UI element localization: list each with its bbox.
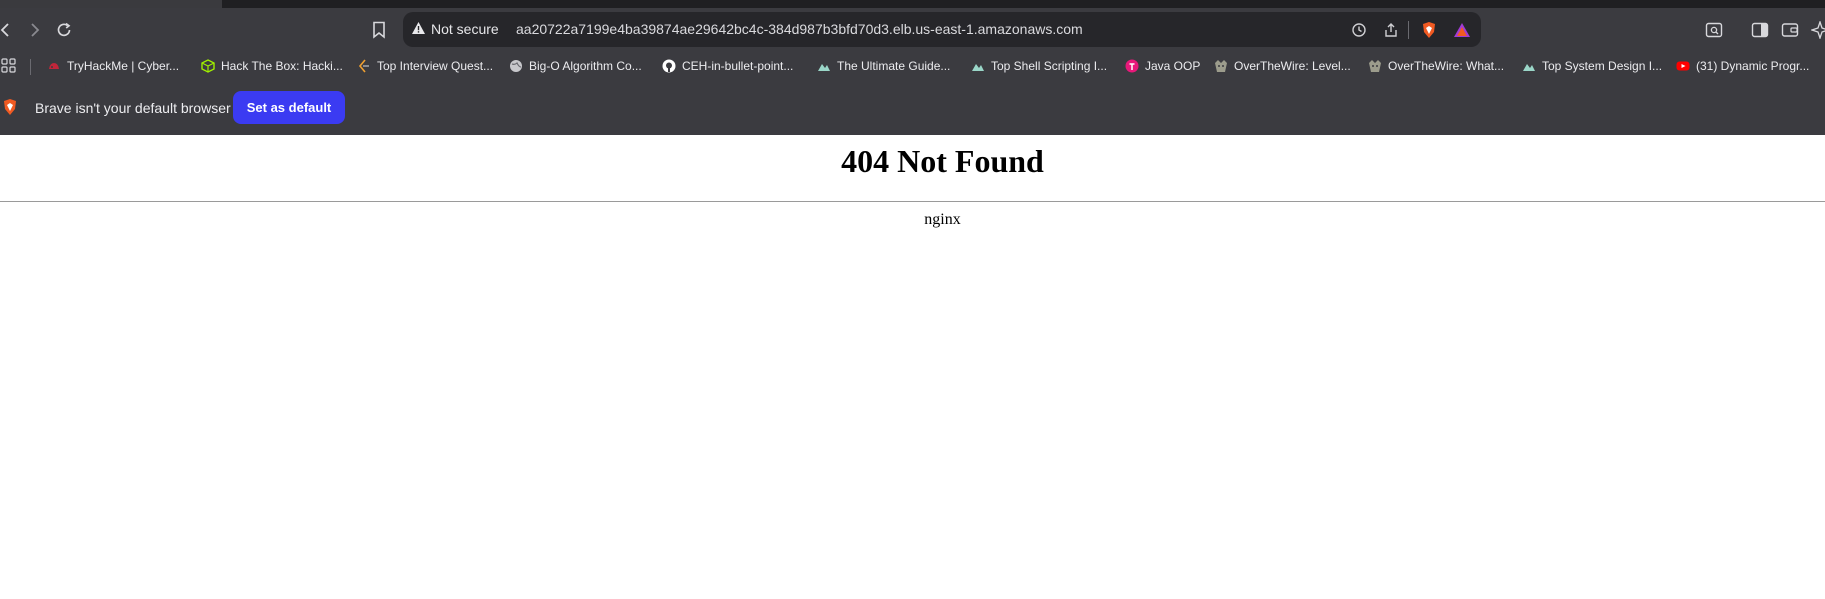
bookmark-item[interactable]: Top Interview Quest... [357,57,493,75]
hackthebox-icon [201,59,215,73]
bookmark-label: The Ultimate Guide... [837,59,951,73]
apps-icon[interactable] [1,57,17,75]
forward-icon[interactable] [20,16,48,44]
bookmark-item[interactable]: Top System Design I... [1522,57,1662,75]
bookmarks-bar: TryHackMe | Cyber... Hack The Box: Hacki… [0,52,1825,80]
youtube-icon [1676,59,1690,73]
url-text[interactable]: aa20722a7199e4ba39874ae29642bc4c-384d987… [516,21,1083,37]
github-icon [662,59,676,73]
warning-icon[interactable] [411,21,426,38]
bookmark-label: CEH-in-bullet-point... [682,59,794,73]
omnibox-separator [1408,21,1409,39]
bookmark-label: OverTheWire: What... [1388,59,1505,73]
bookmark-item[interactable]: (31) Dynamic Progr... [1676,57,1809,75]
otw-icon [1368,59,1382,73]
set-as-default-button[interactable]: Set as default [233,91,345,124]
page-title: 404 Not Found [841,143,1044,179]
t-logo-icon [1125,59,1139,73]
brave-shields-icon[interactable] [1417,18,1441,42]
bookmark-item[interactable]: Big-O Algorithm Co... [509,57,642,75]
wallet-icon[interactable] [1776,16,1804,44]
mountain-icon [1522,59,1536,73]
bookmark-label: Big-O Algorithm Co... [529,59,642,73]
bookmark-item[interactable]: Hack The Box: Hacki... [201,57,343,75]
bookmark-item[interactable]: Top Shell Scripting I... [971,57,1107,75]
globe-icon [509,59,523,73]
mountain-icon [971,59,985,73]
bookmarks-separator [30,59,31,75]
sidebar-toggle-icon[interactable] [1746,16,1774,44]
server-signature: nginx [924,211,961,228]
bookmark-label: Hack The Box: Hacki... [221,59,343,73]
bookmark-label: Top Interview Quest... [377,59,494,73]
brave-logo-icon [2,98,18,121]
history-icon[interactable] [1347,18,1371,42]
bookmark-label: Top System Design I... [1542,59,1663,73]
bookmark-label: TryHackMe | Cyber... [67,59,180,73]
bookmark-label: (31) Dynamic Progr... [1696,59,1810,73]
divider [0,201,1825,202]
default-browser-infobar: Brave isn't your default browser Set as … [0,80,1825,135]
security-label[interactable]: Not secure [431,21,499,37]
leo-ai-icon[interactable] [1806,16,1825,44]
active-tab[interactable] [0,0,222,8]
infobar-message: Brave isn't your default browser [35,100,231,116]
tryhackme-icon [47,59,61,73]
brave-rewards-icon[interactable] [1450,18,1474,42]
bookmark-item[interactable]: TryHackMe | Cyber... [47,57,179,75]
bookmark-item[interactable]: OverTheWire: What... [1368,57,1504,75]
browser-toolbar: Not secure aa20722a7199e4ba39874ae29642b… [0,8,1825,52]
share-icon[interactable] [1379,18,1403,42]
mountain-icon [817,59,831,73]
leetcode-icon [357,59,371,73]
otw-icon [1214,59,1228,73]
bookmark-icon[interactable] [365,16,393,44]
address-bar[interactable]: Not secure aa20722a7199e4ba39874ae29642b… [403,12,1481,47]
bookmark-label: Java OOP [1145,59,1201,73]
bookmark-item[interactable]: Java OOP [1125,57,1200,75]
bookmark-item[interactable]: The Ultimate Guide... [817,57,950,75]
page-search-icon[interactable] [1700,16,1728,44]
tab-strip [0,0,1825,8]
reload-icon[interactable] [50,16,78,44]
page-content: 404 Not Found nginx [0,135,1825,599]
bookmark-item[interactable]: CEH-in-bullet-point... [662,57,793,75]
bookmark-label: OverTheWire: Level... [1234,59,1351,73]
bookmark-item[interactable]: OverTheWire: Level... [1214,57,1351,75]
bookmark-label: Top Shell Scripting I... [991,59,1108,73]
back-icon[interactable] [0,16,20,44]
